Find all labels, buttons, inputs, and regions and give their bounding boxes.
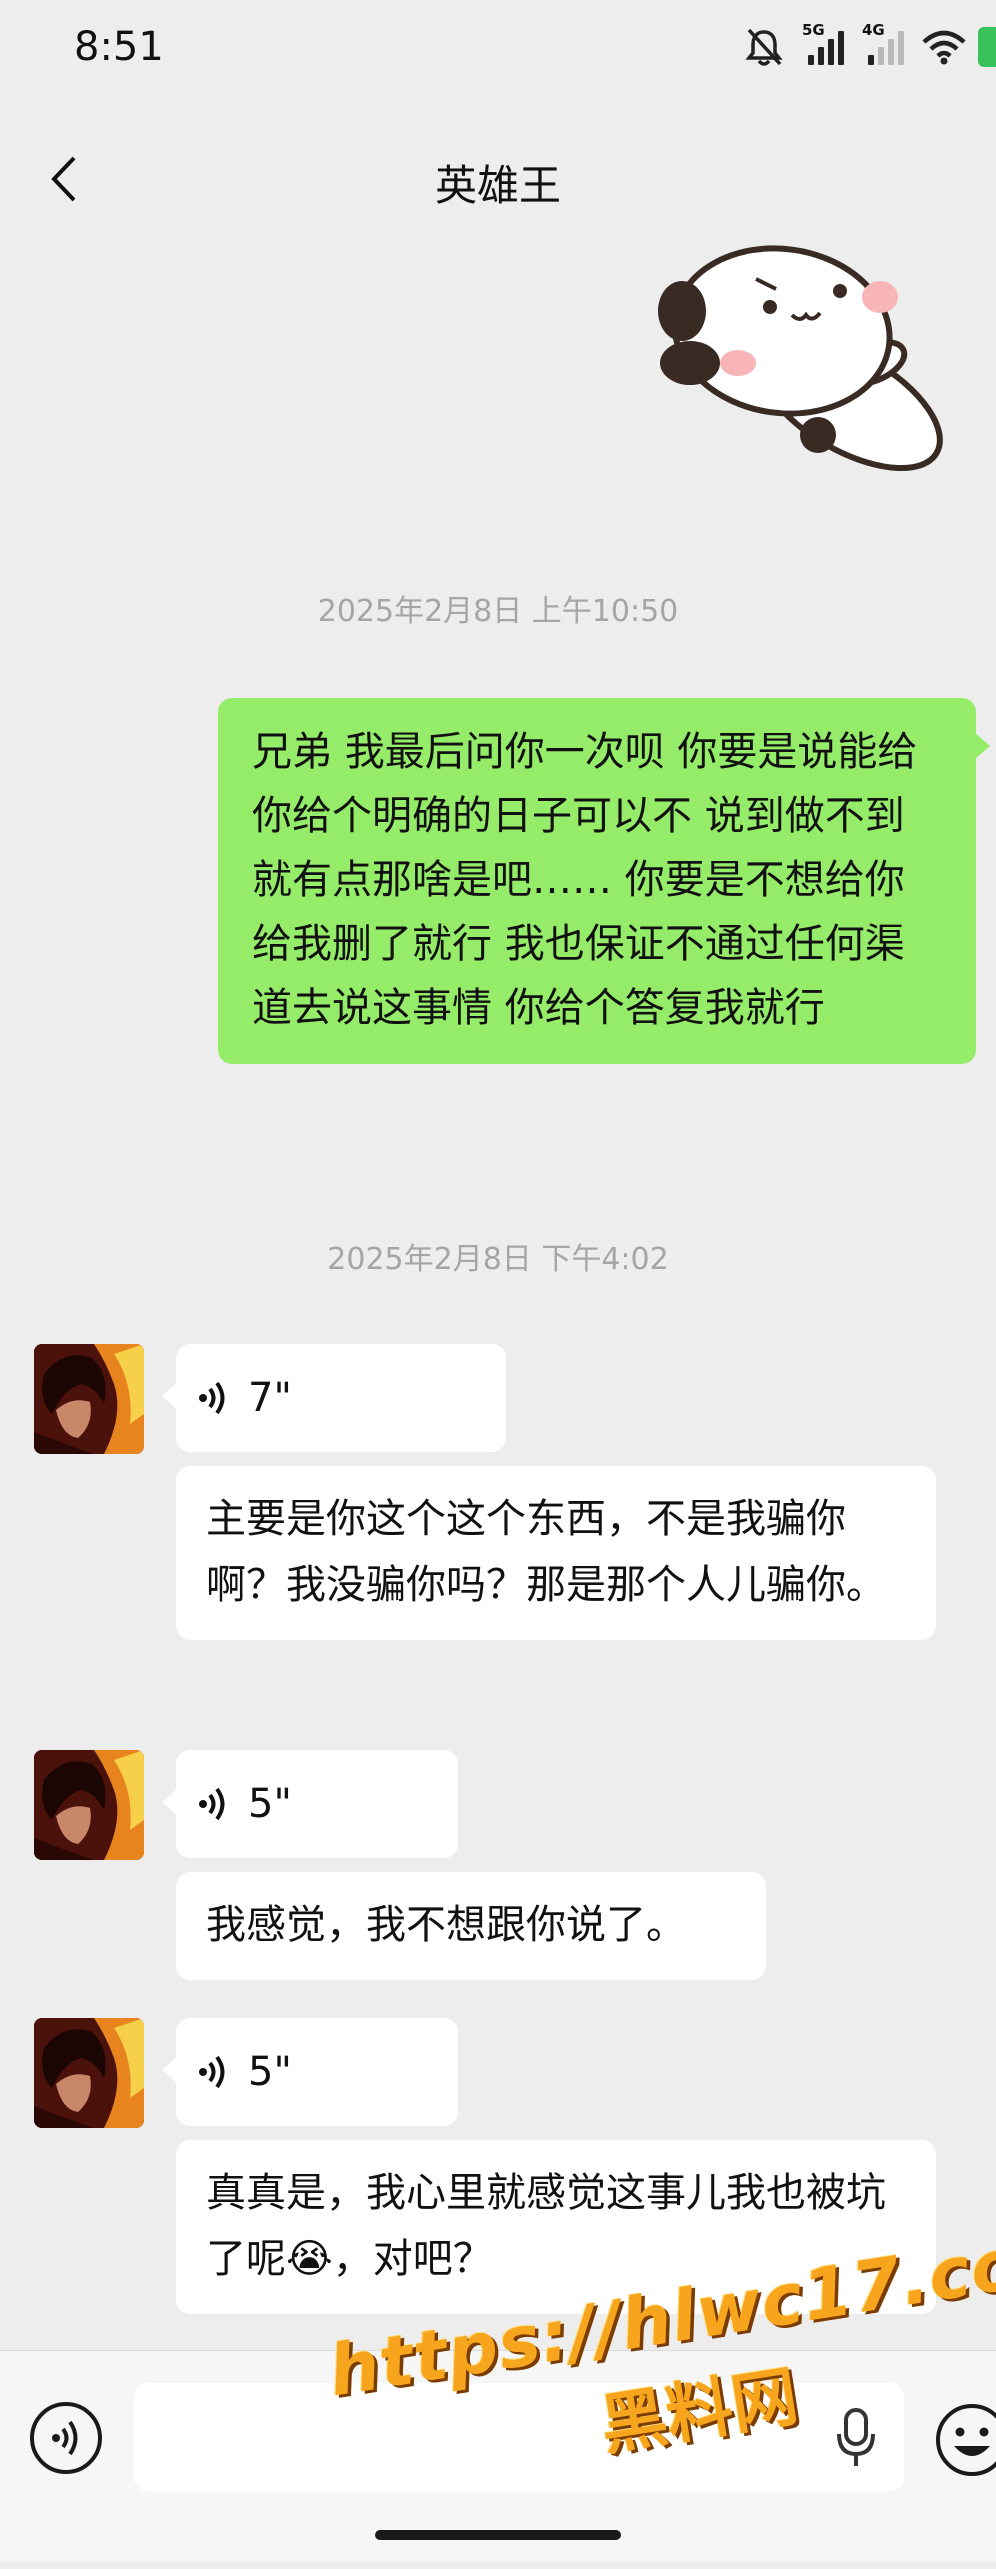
voice-wave-icon	[199, 2055, 225, 2089]
voice-bubble-content: 5"	[176, 1750, 458, 1858]
voice-bubble-content: 5"	[176, 2018, 458, 2126]
wifi-icon	[922, 30, 966, 65]
avatar-image	[34, 1344, 144, 1454]
voice-wave-icon	[52, 2420, 78, 2456]
incoming-message-text: 我感觉，我不想跟你说了。	[206, 1902, 686, 1948]
incoming-voice-message[interactable]: 7"	[176, 1344, 506, 1452]
home-indicator[interactable]	[375, 2530, 621, 2540]
status-time: 8:51	[74, 24, 164, 70]
voice-bubble-content: 7"	[176, 1344, 506, 1452]
battery-icon	[978, 27, 996, 67]
bell-off-icon	[745, 28, 783, 66]
crying-emoji: 😭	[286, 2236, 333, 2282]
outgoing-message-bubble[interactable]: 兄弟 我最后问你一次呗 你要是说能给 你给个明确的日子可以不 说到做不到就有点那…	[218, 698, 990, 1064]
panda-sticker	[658, 245, 943, 472]
incoming-voice-message[interactable]: 5"	[176, 2018, 458, 2126]
signal-5g-icon: 5G	[802, 21, 844, 65]
avatar[interactable]	[34, 2018, 144, 2128]
voice-duration: 7"	[248, 1375, 292, 1421]
incoming-voice-message[interactable]: 5"	[176, 1750, 458, 1858]
incoming-message-bubble[interactable]: 主要是你这个这个东西，不是我骗你啊？我没骗你吗？那是那个人儿骗你。	[176, 1466, 936, 1640]
timestamp: 2025年2月8日 上午10:50	[317, 594, 679, 629]
avatar[interactable]	[34, 1750, 144, 1860]
voice-duration: 5"	[248, 2049, 292, 2095]
voice-wave-icon	[199, 1381, 225, 1415]
incoming-message-bubble[interactable]: 我感觉，我不想跟你说了。	[176, 1872, 766, 1980]
timestamp: 2025年2月8日 下午4:02	[327, 1242, 669, 1277]
voice-wave-icon	[199, 1787, 225, 1821]
avatar-image	[34, 1750, 144, 1860]
signal-4g-icon: 4G	[862, 21, 904, 65]
voice-input-button[interactable]	[30, 2402, 102, 2474]
incoming-message-text: 主要是你这个这个东西，不是我骗你啊？我没骗你吗？那是那个人儿骗你。	[206, 1496, 886, 1608]
incoming-message-text-tail: ，对吧？	[332, 2236, 493, 2282]
chat-title: 英雄王	[434, 161, 561, 210]
status-icons: 5G 4G	[744, 21, 996, 72]
avatar-image	[34, 2018, 144, 2128]
outgoing-message-text: 兄弟 我最后问你一次呗 你要是说能给 你给个明确的日子可以不 说到做不到就有点那…	[252, 729, 918, 1031]
signal-5g-label: 5G	[802, 21, 825, 39]
signal-4g-label: 4G	[862, 21, 885, 39]
avatar[interactable]	[34, 1344, 144, 1454]
voice-duration: 5"	[248, 1781, 292, 1827]
